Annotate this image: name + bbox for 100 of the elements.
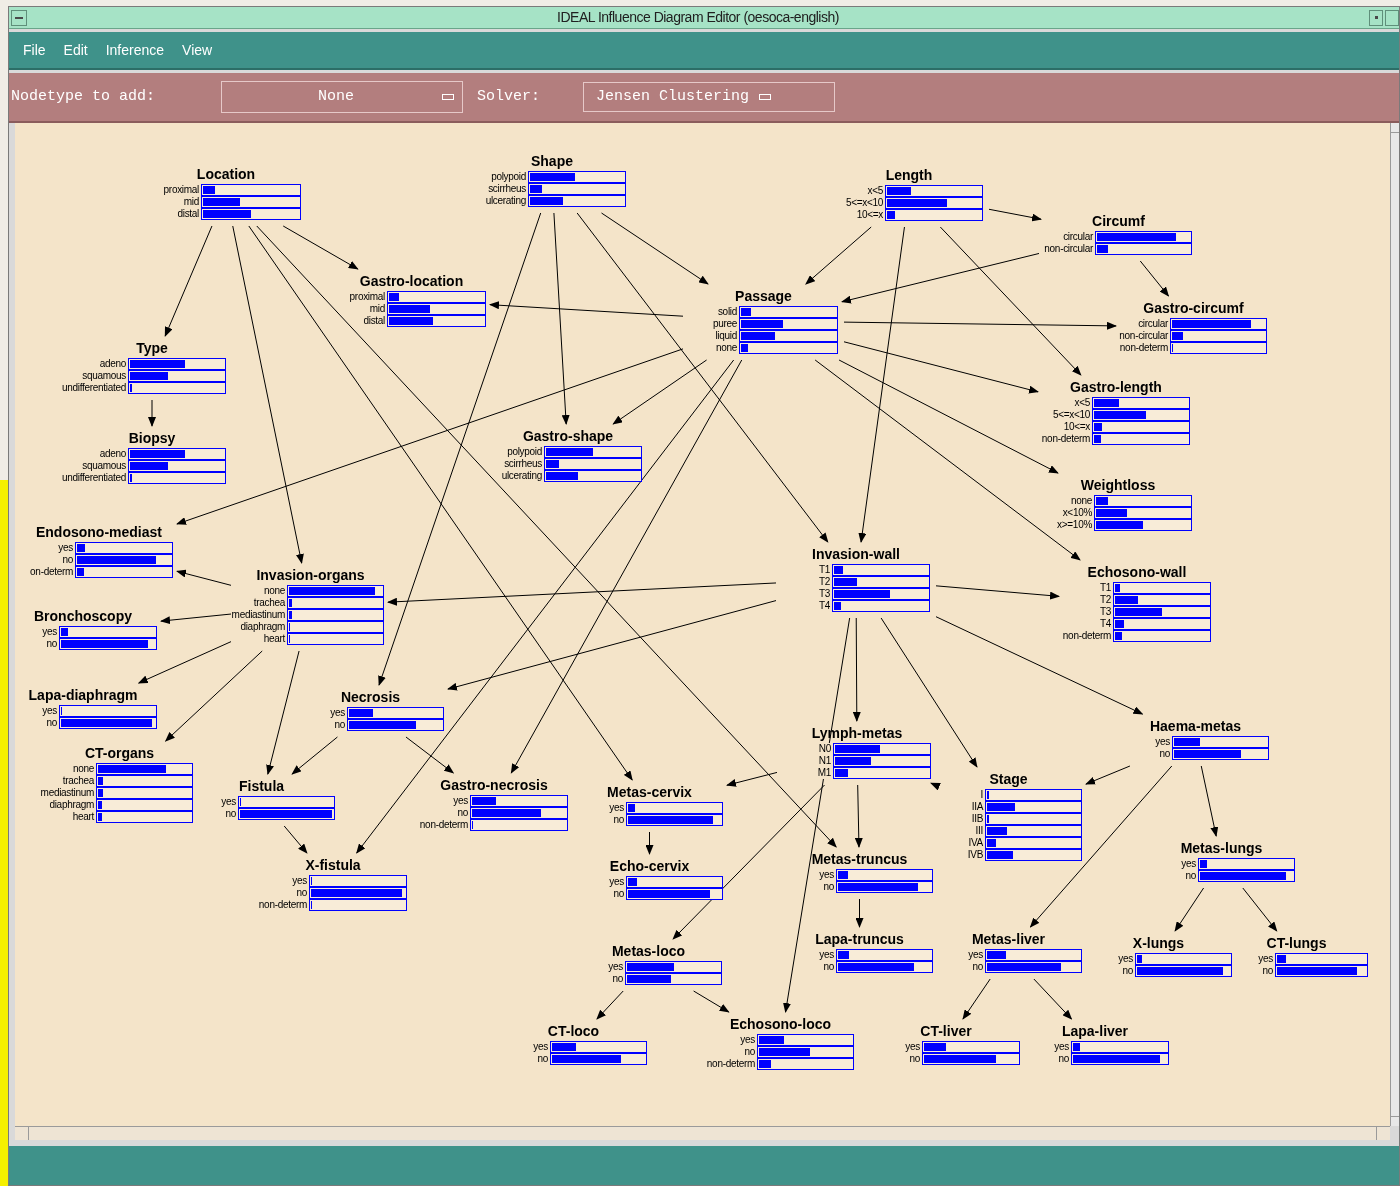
state-label: no — [823, 961, 834, 973]
menu-item[interactable]: Edit — [63, 39, 88, 61]
state-label: mediastinum — [231, 609, 285, 621]
state-label: no — [62, 554, 73, 566]
node-title[interactable]: Endosono-mediast — [36, 524, 162, 542]
state-label: polypoid — [491, 171, 526, 183]
node-title[interactable]: Length — [885, 167, 933, 185]
arrow — [1200, 765, 1219, 837]
state-label: T4 — [818, 600, 830, 612]
state-label: non-determ — [419, 819, 468, 831]
node-title[interactable]: Echosono-loco — [729, 1016, 832, 1034]
node-title[interactable]: Shape — [531, 153, 573, 171]
node-title[interactable]: Weightloss — [1080, 477, 1156, 495]
state-label: squamous — [82, 370, 126, 382]
node-title[interactable]: Location — [196, 166, 256, 184]
node-title[interactable]: Invasion-wall — [812, 546, 900, 564]
node-title[interactable]: Gastro-length — [1070, 379, 1162, 397]
node-title[interactable]: Gastro-shape — [522, 428, 614, 446]
state-label: 10<=x — [856, 209, 883, 221]
state-label: undifferentiated — [62, 382, 126, 394]
menu-item[interactable]: File — [23, 39, 46, 61]
state-label: proximal — [163, 184, 199, 196]
state-label: no — [972, 961, 983, 973]
node-title[interactable]: Echo-cervix — [609, 858, 690, 876]
node-title[interactable]: CT-lungs — [1266, 935, 1327, 953]
state-label: x<5 — [867, 185, 883, 197]
arrow — [596, 990, 624, 1020]
state-label: no — [296, 887, 307, 899]
node-title[interactable]: X-fistula — [305, 857, 361, 875]
state-label: polypoid — [507, 446, 542, 458]
node-title[interactable]: Metas-lungs — [1180, 840, 1263, 858]
node-title[interactable]: Bronchoscopy — [34, 608, 132, 626]
node-title[interactable]: CT-liver — [920, 1023, 972, 1041]
node-title[interactable]: CT-organs — [84, 745, 155, 763]
node-title[interactable]: Gastro-circumf — [1143, 300, 1244, 318]
node-title[interactable]: Lapa-truncus — [815, 931, 904, 949]
state-label: yes — [292, 875, 307, 887]
node-title[interactable]: Stage — [989, 771, 1028, 789]
arrow — [855, 898, 864, 928]
state-label: yes — [1155, 736, 1170, 748]
node-title[interactable]: Circumf — [1092, 213, 1145, 231]
node-title[interactable]: Metas-liver — [971, 931, 1046, 949]
node-title[interactable]: Gastro-necrosis — [440, 777, 548, 795]
state-label: yes — [42, 626, 57, 638]
state-label: yes — [608, 961, 623, 973]
nodetype-label: Nodetype to add: — [11, 86, 157, 107]
state-label: yes — [453, 795, 468, 807]
state-label: circular — [1063, 231, 1093, 243]
state-label: circular — [1138, 318, 1168, 330]
node-title[interactable]: Fistula — [238, 778, 285, 796]
state-label: non-determ — [706, 1058, 755, 1070]
node-title[interactable]: Necrosis — [340, 689, 401, 707]
node-title[interactable]: X-lungs — [1132, 935, 1185, 953]
node-title[interactable]: Metas-loco — [611, 943, 686, 961]
state-label: liquid — [715, 330, 737, 342]
node-title[interactable]: Lymph-metas — [811, 725, 903, 743]
state-label: none — [1070, 495, 1092, 507]
arrow — [148, 399, 156, 427]
state-label: no — [1122, 965, 1133, 977]
state-label: no — [744, 1046, 755, 1058]
state-label: distal — [363, 315, 385, 327]
state-label: T3 — [1099, 606, 1111, 618]
minimize-icon[interactable] — [1369, 9, 1383, 26]
state-label: undifferentiated — [62, 472, 126, 484]
node-title[interactable]: Biopsy — [128, 430, 176, 448]
node-title[interactable]: Lapa-diaphragm — [28, 687, 138, 705]
node-title[interactable]: Gastro-location — [359, 273, 464, 291]
node-title[interactable]: Type — [136, 340, 168, 358]
arrow — [930, 782, 941, 791]
state-label: non-determ — [258, 899, 307, 911]
node-title[interactable]: Echosono-wall — [1087, 564, 1187, 582]
arrow — [693, 990, 730, 1013]
state-label: no — [823, 881, 834, 893]
node-title[interactable]: Lapa-liver — [1061, 1023, 1129, 1041]
state-label: no — [1185, 870, 1196, 882]
arrow — [988, 208, 1042, 222]
node-title[interactable]: Metas-cervix — [607, 784, 692, 802]
maximize-icon[interactable] — [1385, 9, 1399, 26]
menu-item[interactable]: Inference — [105, 39, 165, 61]
menu-item[interactable]: View — [182, 39, 213, 61]
state-label: squamous — [82, 460, 126, 472]
state-label: mid — [183, 196, 199, 208]
state-label: no — [457, 807, 468, 819]
window-menu-icon[interactable] — [11, 9, 27, 26]
state-label: T4 — [1099, 618, 1111, 630]
node-title[interactable]: Metas-truncus — [811, 851, 908, 869]
node-title[interactable]: Passage — [735, 288, 792, 306]
state-label: yes — [740, 1034, 755, 1046]
node-title[interactable]: CT-loco — [547, 1023, 600, 1041]
node-title[interactable]: Haema-metas — [1149, 718, 1242, 736]
state-label: x>=10% — [1057, 519, 1092, 531]
state-label: IVA — [968, 837, 983, 849]
node-title[interactable]: Invasion-organs — [256, 567, 365, 585]
state-label: no — [334, 719, 345, 731]
state-label: M1 — [817, 767, 831, 779]
state-label: heart — [263, 633, 285, 645]
state-label: none — [72, 763, 94, 775]
state-label: adeno — [99, 448, 126, 460]
state-label: N0 — [818, 743, 831, 755]
state-label: no — [46, 717, 57, 729]
